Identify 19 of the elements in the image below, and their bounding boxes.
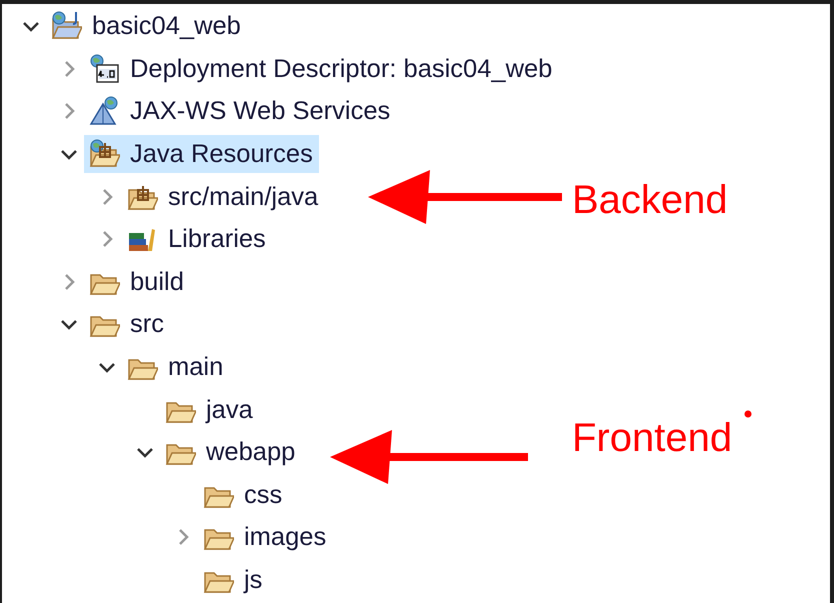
annotation-label: Backend [572, 177, 728, 224]
tree-item[interactable]: main [122, 348, 230, 386]
ink-dot [744, 410, 752, 418]
tree-item[interactable]: src/main/java [122, 178, 324, 216]
tree-item[interactable]: css [198, 476, 288, 514]
tree-item[interactable]: build [84, 262, 190, 301]
tree-item[interactable]: JAX-WS Web Services [84, 92, 396, 130]
tree-item[interactable]: Libraries [122, 220, 272, 258]
tree-item[interactable]: java [160, 390, 259, 429]
tree-item[interactable]: basic04_web [46, 7, 247, 46]
tree-item[interactable]: images [198, 518, 332, 556]
tree-item[interactable]: src [84, 305, 170, 344]
web-services-icon [88, 95, 120, 128]
annotation-label: Frontend [572, 415, 732, 462]
tree-item[interactable]: webapp [160, 433, 302, 472]
descriptor-icon [88, 52, 120, 85]
tree-item[interactable]: js [198, 561, 268, 600]
tree-item[interactable]: Deployment Descriptor: basic04_web [84, 50, 558, 88]
tree-item[interactable]: Java Resources [84, 135, 319, 174]
